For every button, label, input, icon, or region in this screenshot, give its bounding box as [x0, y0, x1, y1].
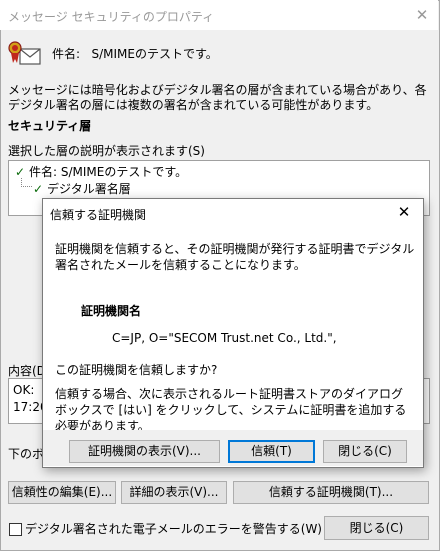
message-subject: 件名: S/MIMEのテストです。: [52, 45, 218, 62]
dialog-question: この証明機関を信頼しますか?: [55, 363, 218, 377]
dialog-close-action-button[interactable]: 閉じる(C): [323, 440, 407, 463]
warn-errors-checkbox[interactable]: [9, 523, 22, 536]
edit-trust-button[interactable]: 信頼性の編集(E)...: [8, 481, 116, 504]
view-details-button[interactable]: 詳細の表示(V)...: [121, 481, 227, 504]
lower-label: 下のボ: [8, 447, 45, 461]
window-title: メッセージ セキュリティのプロパティ: [8, 10, 215, 24]
ca-name-value: C=JP, O="SECOM Trust.net Co., Ltd.",: [112, 331, 337, 345]
certificate-icon: [8, 41, 41, 65]
dialog-close-button[interactable]: ✕: [393, 201, 415, 223]
subject-value: S/MIMEのテストです。: [91, 47, 218, 61]
tree-connector: [21, 178, 32, 187]
tree-label: 選択した層の説明が表示されます(S): [8, 144, 205, 158]
dialog-note: 信頼する場合、次に表示されるルート証明書ストアのダイアログ ボックスで [はい]…: [55, 387, 407, 433]
view-ca-button[interactable]: 証明機関の表示(V)...: [69, 440, 220, 463]
trust-ca-button[interactable]: 信頼する証明機関(T)...: [233, 481, 429, 504]
check-icon: ✓: [15, 165, 26, 179]
trust-button[interactable]: 信頼(T): [228, 440, 315, 463]
details-label: 内容(D: [8, 364, 46, 378]
tree-item-signature-layer[interactable]: ✓ デジタル署名層: [33, 180, 131, 197]
ca-name-heading: 証明機関名: [81, 304, 142, 318]
dialog-title: 信頼する証明機関: [50, 208, 147, 222]
security-description: メッセージには暗号化およびデジタル署名の層が含まれている場合があり、各デジタル署…: [8, 83, 427, 112]
security-layer-heading: セキュリティ層: [8, 119, 92, 133]
check-icon: ✓: [33, 182, 44, 196]
subject-label: 件名:: [52, 47, 81, 61]
details-line: OK:: [13, 383, 35, 397]
tree-item-subject[interactable]: ✓ 件名: S/MIMEのテストです。: [15, 163, 187, 180]
dialog-message: 証明機関を信頼すると、その証明機関が発行する証明書でデジタル署名されたメールを信…: [55, 242, 415, 272]
close-button[interactable]: 閉じる(C): [324, 516, 429, 540]
warn-errors-label[interactable]: デジタル署名された電子メールのエラーを警告する(W): [25, 520, 322, 537]
window-close-button[interactable]: ✕: [410, 4, 434, 26]
